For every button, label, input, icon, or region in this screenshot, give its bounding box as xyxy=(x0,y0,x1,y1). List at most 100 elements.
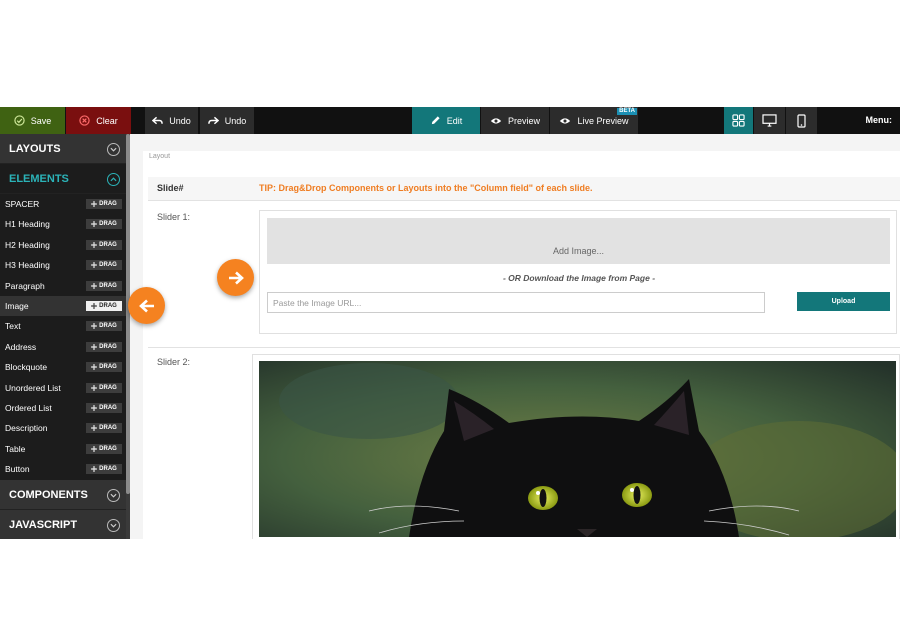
mobile-icon xyxy=(797,113,806,128)
element-item[interactable]: Text DRAG xyxy=(0,316,126,336)
image-url-input[interactable] xyxy=(267,292,765,313)
save-check-icon xyxy=(14,115,25,126)
clear-button[interactable]: Clear xyxy=(66,107,131,134)
element-item[interactable]: Button DRAG xyxy=(0,459,126,479)
drag-label: DRAG xyxy=(99,425,117,432)
arrow-right-button[interactable] xyxy=(217,259,254,296)
element-item[interactable]: Ordered List DRAG xyxy=(0,398,126,418)
slide-number-header: Slide# xyxy=(157,183,184,193)
element-item[interactable]: H3 Heading DRAG xyxy=(0,255,126,275)
element-item[interactable]: Description DRAG xyxy=(0,418,126,438)
section-components[interactable]: COMPONENTS xyxy=(0,480,126,510)
drag-handle[interactable]: DRAG xyxy=(86,443,122,454)
chevron-down-icon xyxy=(107,143,120,156)
slider-2-label: Slider 2: xyxy=(157,357,191,367)
desktop-icon xyxy=(762,114,777,127)
element-item-label: Text xyxy=(5,321,21,332)
mobile-view-button[interactable] xyxy=(786,107,817,134)
element-item[interactable]: H1 Heading DRAG xyxy=(0,214,126,234)
drag-label: DRAG xyxy=(99,201,117,207)
drag-handle[interactable]: DRAG xyxy=(86,199,122,209)
move-icon xyxy=(91,303,98,309)
beta-badge: BETA xyxy=(617,108,637,115)
drag-handle[interactable]: DRAG xyxy=(86,239,122,250)
section-javascript-label: JAVASCRIPT xyxy=(9,518,78,531)
upload-button[interactable]: Upload xyxy=(797,292,890,311)
section-elements[interactable]: ELEMENTS xyxy=(0,164,126,194)
element-item[interactable]: Table DRAG xyxy=(0,439,126,459)
undo-label: Undo xyxy=(169,115,191,126)
element-item-label: Paragraph xyxy=(5,280,45,291)
sidebar-scrollbar[interactable] xyxy=(126,134,130,539)
drag-handle[interactable]: DRAG xyxy=(86,280,122,291)
drag-label: DRAG xyxy=(99,282,117,289)
row-divider xyxy=(148,347,900,348)
upload-label: Upload xyxy=(831,298,856,305)
clear-label: Clear xyxy=(96,115,118,126)
grid-icon xyxy=(732,114,745,127)
element-item-label: H1 Heading xyxy=(5,219,50,230)
move-icon xyxy=(91,201,98,207)
slider-2-column-field[interactable] xyxy=(252,354,900,539)
edit-label: Edit xyxy=(446,115,463,126)
drag-label: DRAG xyxy=(99,384,117,391)
drag-label: DRAG xyxy=(99,262,117,269)
move-icon xyxy=(91,343,98,350)
drag-handle[interactable]: DRAG xyxy=(86,362,122,373)
drag-handle[interactable]: DRAG xyxy=(86,219,122,230)
section-elements-label: ELEMENTS xyxy=(9,172,69,185)
element-item[interactable]: H2 Heading DRAG xyxy=(0,235,126,255)
drag-label: DRAG xyxy=(99,445,117,452)
move-icon xyxy=(91,466,98,473)
element-item-label: Address xyxy=(5,341,37,352)
arrow-left-button[interactable] xyxy=(128,287,165,324)
live-preview-label: Live Preview xyxy=(577,115,629,126)
drag-handle[interactable]: DRAG xyxy=(86,464,122,475)
drag-handle[interactable]: DRAG xyxy=(86,301,122,311)
preview-label: Preview xyxy=(507,115,540,126)
section-layouts[interactable]: LAYOUTS xyxy=(0,134,126,164)
drag-handle[interactable]: DRAG xyxy=(86,260,122,271)
drag-handle[interactable]: DRAG xyxy=(86,341,122,352)
arrow-right-icon xyxy=(228,271,244,284)
preview-button[interactable]: Preview xyxy=(481,107,549,134)
move-icon xyxy=(91,364,98,371)
element-item-label: Ordered List xyxy=(5,403,52,413)
drag-handle[interactable]: DRAG xyxy=(86,321,122,332)
move-icon xyxy=(91,282,98,289)
pencil-icon xyxy=(431,116,440,125)
drag-handle[interactable]: DRAG xyxy=(86,403,122,413)
element-item[interactable]: Image DRAG xyxy=(0,296,126,316)
slider-1-label: Slider 1: xyxy=(157,212,191,222)
edit-mode-button[interactable]: Edit xyxy=(412,107,480,134)
slide-header-row: Slide# TIP: Drag&Drop Components or Layo… xyxy=(148,177,900,201)
undo-arrow-icon xyxy=(152,116,164,124)
menu-button[interactable]: Menu: xyxy=(866,107,893,134)
desktop-view-button[interactable] xyxy=(754,107,785,134)
save-button[interactable]: Save xyxy=(0,107,65,134)
move-icon xyxy=(91,445,98,452)
drag-handle[interactable]: DRAG xyxy=(86,423,122,434)
undo-button[interactable]: Undo xyxy=(145,107,198,134)
element-item[interactable]: SPACER DRAG xyxy=(0,194,126,214)
add-image-dropzone[interactable]: Add Image... xyxy=(267,218,890,264)
live-preview-button[interactable]: Live Preview BETA xyxy=(550,107,638,134)
cat-image xyxy=(259,361,896,537)
grid-view-button[interactable] xyxy=(724,107,753,134)
eye-icon xyxy=(490,117,502,124)
element-item[interactable]: Unordered List DRAG xyxy=(0,378,126,398)
drag-label: DRAG xyxy=(99,303,117,309)
move-icon xyxy=(91,425,98,432)
drag-label: DRAG xyxy=(99,405,117,411)
element-item[interactable]: Address DRAG xyxy=(0,337,126,357)
drag-label: DRAG xyxy=(99,364,117,371)
layout-canvas[interactable]: Layout Slide# TIP: Drag&Drop Components … xyxy=(143,151,900,539)
section-javascript[interactable]: JAVASCRIPT xyxy=(0,510,126,539)
drag-handle[interactable]: DRAG xyxy=(86,382,122,393)
slider-1-column-field[interactable]: Add Image... - OR Download the Image fro… xyxy=(259,210,897,334)
element-item[interactable]: Paragraph DRAG xyxy=(0,276,126,296)
eye-icon xyxy=(560,117,571,124)
move-icon xyxy=(91,323,98,330)
element-item[interactable]: Blockquote DRAG xyxy=(0,357,126,377)
redo-button[interactable]: Undo xyxy=(200,107,254,134)
